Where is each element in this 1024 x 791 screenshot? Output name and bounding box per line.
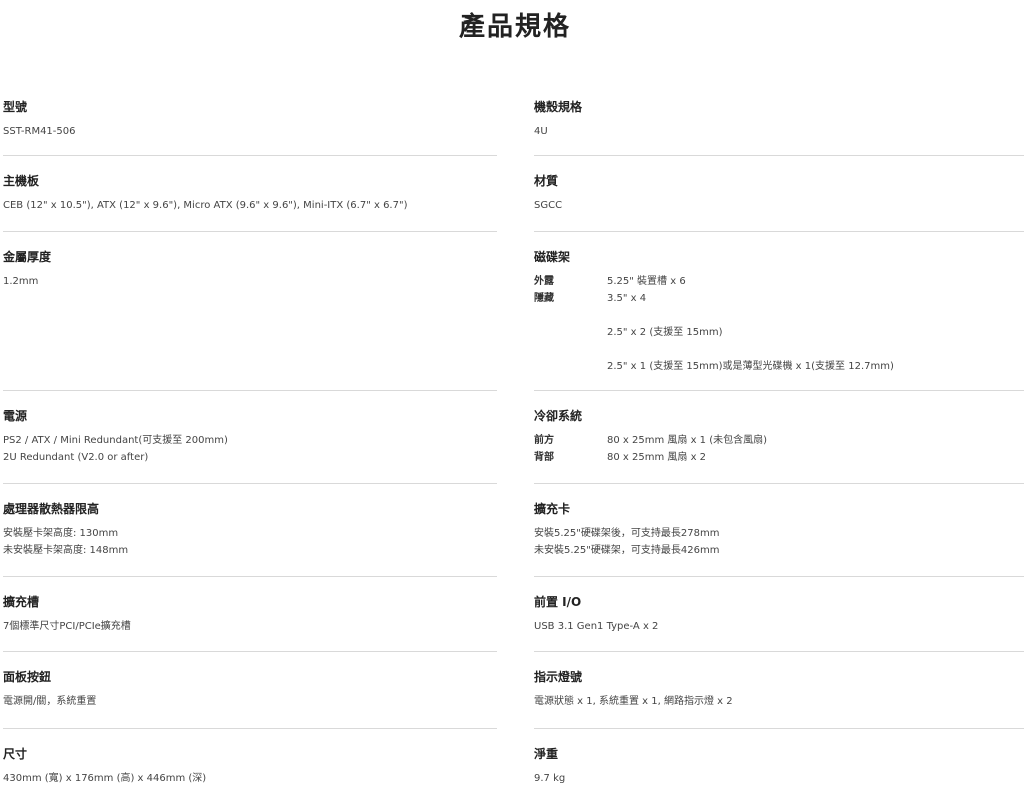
spec-label: 機殼規格: [534, 100, 583, 114]
spec-value: USB 3.1 Gen1 Type-A x 2: [534, 618, 658, 635]
cooling-front-key: 前方: [534, 435, 554, 446]
spec-value: 安裝壓卡架高度: 130mm 未安裝壓卡架高度: 148mm: [3, 525, 128, 559]
spec-label: 磁碟架: [534, 250, 571, 264]
spec-row-net-weight: 淨重 9.7 kg: [534, 729, 1024, 791]
spec-value: 430mm (寬) x 176mm (高) x 446mm (深): [3, 770, 206, 787]
spec-row-front-panel-buttons: 面板按鈕 電源開/關，系統重置: [3, 652, 497, 729]
cooling-rear-value: 80 x 25mm 風扇 x 2: [607, 452, 707, 463]
spec-column-right: 機殼規格 4U 材質 SGCC 磁碟架 外露 5.25" 裝置槽 x 6 隱藏 …: [534, 82, 1024, 791]
spec-row-dimensions: 尺寸 430mm (寬) x 176mm (高) x 446mm (深): [3, 729, 497, 791]
drive-bay-internal-value: 2.5" x 1 (支援至 15mm)或是薄型光碟機 x 1(支援至 12.7m…: [607, 361, 894, 372]
cooling-front: 前方 80 x 25mm 風扇 x 1 (未包含風扇): [534, 432, 767, 449]
spec-label: 金屬厚度: [3, 250, 52, 264]
drive-bay-internal-value: 3.5" x 4: [607, 293, 647, 304]
spec-row-motherboard: 主機板 CEB (12" x 10.5"), ATX (12" x 9.6"),…: [3, 156, 497, 232]
spec-value-line: SGCC: [534, 200, 563, 211]
spec-value-line: PS2 / ATX / Mini Redundant(可支援至 200mm): [3, 435, 228, 446]
spec-row-expansion-slots: 擴充槽 7個標準尺寸PCI/PCIe擴充槽: [3, 577, 497, 652]
spec-row-metal-thickness: 金屬厚度 1.2mm: [3, 232, 497, 391]
spec-row-expansion-card: 擴充卡 安裝5.25"硬碟架後，可支持最長278mm 未安裝5.25"硬碟架，可…: [534, 484, 1024, 577]
spec-value: 4U: [534, 123, 548, 140]
spec-value: 外露 5.25" 裝置槽 x 6 隱藏 3.5" x 4 2.5" x 2 (支…: [534, 273, 894, 375]
spec-value: 1.2mm: [3, 273, 38, 290]
spec-value-line: 2U Redundant (V2.0 or after): [3, 452, 149, 463]
drive-bay-external: 外露 5.25" 裝置槽 x 6: [534, 273, 894, 290]
spec-value-line: SST-RM41-506: [3, 126, 76, 137]
spec-value: SST-RM41-506: [3, 123, 76, 140]
spec-value: SGCC: [534, 197, 562, 214]
spec-label: 尺寸: [3, 747, 28, 761]
spec-value-line: 安裝壓卡架高度: 130mm: [3, 528, 119, 539]
spec-label: 冷卻系統: [534, 409, 583, 423]
spec-label: 擴充卡: [534, 502, 571, 516]
spec-label: 處理器散熱器限高: [3, 502, 100, 516]
spec-value: 前方 80 x 25mm 風扇 x 1 (未包含風扇) 背部 80 x 25mm…: [534, 432, 767, 466]
drive-bay-external-key: 外露: [534, 276, 554, 287]
spec-label: 主機板: [3, 174, 40, 188]
spec-label: 淨重: [534, 747, 559, 761]
cooling-rear-key: 背部: [534, 452, 554, 463]
spec-value-line: CEB (12" x 10.5"), ATX (12" x 9.6"), Mic…: [3, 200, 408, 211]
spec-value-line: 1.2mm: [3, 276, 39, 287]
spec-label: 指示燈號: [534, 670, 583, 684]
drive-bay-external-value: 5.25" 裝置槽 x 6: [607, 276, 686, 287]
spec-value: 9.7 kg: [534, 770, 565, 787]
spec-label: 擴充槽: [3, 595, 40, 609]
cooling-front-value: 80 x 25mm 風扇 x 1 (未包含風扇): [607, 435, 768, 446]
spec-label: 電源: [3, 409, 28, 423]
spec-row-indicators: 指示燈號 電源狀態 x 1, 系統重置 x 1, 網路指示燈 x 2: [534, 652, 1024, 729]
spec-value-line: 安裝5.25"硬碟架後，可支持最長278mm: [534, 528, 720, 539]
spec-value: 7個標準尺寸PCI/PCIe擴充槽: [3, 618, 131, 635]
spec-value-line: 7個標準尺寸PCI/PCIe擴充槽: [3, 621, 131, 632]
spec-row-drive-bays: 磁碟架 外露 5.25" 裝置槽 x 6 隱藏 3.5" x 4 2.5" x …: [534, 232, 1024, 391]
spec-value-line: 電源開/關，系統重置: [3, 696, 97, 707]
spec-value-line: 9.7 kg: [534, 773, 566, 784]
spec-value: CEB (12" x 10.5"), ATX (12" x 9.6"), Mic…: [3, 197, 407, 214]
spec-value-line: 電源狀態 x 1, 系統重置 x 1, 網路指示燈 x 2: [534, 696, 733, 707]
spec-value: 電源開/關，系統重置: [3, 693, 96, 710]
spec-row-model: 型號 SST-RM41-506: [3, 82, 497, 156]
spec-value-line: 4U: [534, 126, 548, 137]
spec-row-front-io: 前置 I/O USB 3.1 Gen1 Type-A x 2: [534, 577, 1024, 652]
spec-value: PS2 / ATX / Mini Redundant(可支援至 200mm) 2…: [3, 432, 228, 466]
drive-bay-internal-key: 隱藏: [534, 293, 554, 304]
spec-row-form-factor: 機殼規格 4U: [534, 82, 1024, 156]
spec-value: 電源狀態 x 1, 系統重置 x 1, 網路指示燈 x 2: [534, 693, 733, 710]
spec-label: 型號: [3, 100, 28, 114]
spec-label: 面板按鈕: [3, 670, 52, 684]
spec-value-line: 未安裝5.25"硬碟架，可支持最長426mm: [534, 545, 720, 556]
spec-value-line: 430mm (寬) x 176mm (高) x 446mm (深): [3, 773, 207, 784]
drive-bay-internal: 隱藏 3.5" x 4: [534, 290, 894, 307]
spec-row-cpu-cooler-height: 處理器散熱器限高 安裝壓卡架高度: 130mm 未安裝壓卡架高度: 148mm: [3, 484, 497, 577]
cooling-rear: 背部 80 x 25mm 風扇 x 2: [534, 449, 767, 466]
spec-row-cooling-system: 冷卻系統 前方 80 x 25mm 風扇 x 1 (未包含風扇) 背部 80 x…: [534, 391, 1024, 484]
page-title: 產品規格: [458, 12, 571, 42]
spec-label: 前置 I/O: [534, 595, 582, 609]
spec-value: 安裝5.25"硬碟架後，可支持最長278mm 未安裝5.25"硬碟架，可支持最長…: [534, 525, 719, 559]
spec-value-line: 未安裝壓卡架高度: 148mm: [3, 545, 129, 556]
spec-column-left: 型號 SST-RM41-506 主機板 CEB (12" x 10.5"), A…: [3, 82, 497, 791]
spec-row-material: 材質 SGCC: [534, 156, 1024, 232]
spec-label: 材質: [534, 174, 559, 188]
drive-bay-internal-value: 2.5" x 2 (支援至 15mm): [607, 327, 723, 338]
spec-row-power-supply: 電源 PS2 / ATX / Mini Redundant(可支援至 200mm…: [3, 391, 497, 484]
spec-value-line: USB 3.1 Gen1 Type-A x 2: [534, 621, 659, 632]
